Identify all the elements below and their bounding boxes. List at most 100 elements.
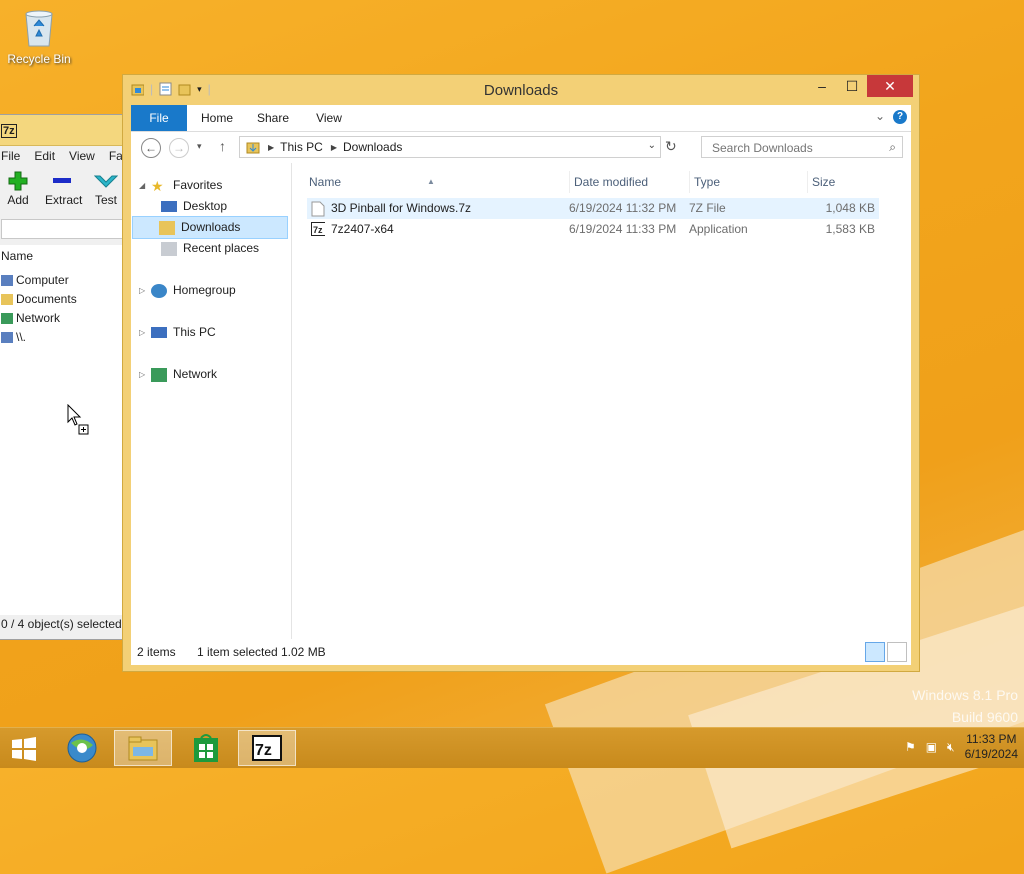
- tab-home[interactable]: Home: [195, 105, 239, 131]
- tab-view[interactable]: View: [307, 105, 351, 131]
- recycle-bin-icon: [22, 6, 56, 48]
- search-input[interactable]: [710, 140, 884, 156]
- nav-this-pc[interactable]: ▷ This PC: [139, 322, 216, 343]
- list-item[interactable]: Computer: [1, 271, 125, 290]
- browser-icon: [67, 733, 97, 763]
- list-item[interactable]: \\.: [1, 328, 125, 347]
- list-item-label: Computer: [16, 273, 69, 287]
- column-name[interactable]: Name: [1, 249, 33, 263]
- details-view-icon[interactable]: [865, 642, 885, 662]
- file-row[interactable]: 3D Pinball for Windows.7z 6/19/2024 11:3…: [307, 198, 879, 219]
- clock-time: 11:33 PM: [966, 732, 1017, 746]
- network-icon: [1, 313, 13, 324]
- seven-zip-titlebar[interactable]: 7z: [0, 115, 125, 146]
- nav-recent-label: Recent places: [183, 241, 260, 255]
- nav-homegroup-label: Homegroup: [173, 283, 236, 297]
- tab-share[interactable]: Share: [251, 105, 295, 131]
- recent-locations-icon[interactable]: ▾: [197, 141, 202, 152]
- nav-desktop[interactable]: Desktop: [161, 196, 227, 217]
- nav-downloads[interactable]: Downloads: [132, 216, 288, 239]
- taskbar-seven-zip[interactable]: 7z: [238, 730, 296, 766]
- file-type: 7Z File: [689, 201, 726, 215]
- test-label: Test: [94, 193, 117, 207]
- svg-text:7z: 7z: [313, 225, 323, 235]
- taskbar-file-explorer[interactable]: [114, 730, 172, 766]
- minus-icon: [45, 171, 79, 191]
- file-date: 6/19/2024 11:32 PM: [569, 201, 677, 215]
- recycle-bin-shortcut[interactable]: Recycle Bin: [6, 6, 72, 66]
- back-button[interactable]: ←: [141, 138, 161, 158]
- computer-icon: [1, 275, 13, 286]
- action-center-flag-icon[interactable]: ⚑: [905, 740, 916, 754]
- breadcrumb-separator-icon[interactable]: ▶: [268, 143, 274, 152]
- maximize-button[interactable]: ☐: [837, 75, 867, 97]
- collapse-arrow-icon[interactable]: ◢: [139, 175, 149, 196]
- address-bar[interactable]: ▶ This PC ▶ Downloads ⌄: [239, 136, 661, 158]
- expand-arrow-icon[interactable]: ▷: [139, 364, 149, 385]
- homegroup-icon: [151, 283, 167, 298]
- seven-zip-app-label: 7z: [255, 742, 272, 759]
- test-button[interactable]: Test: [89, 171, 123, 207]
- menu-file[interactable]: File: [1, 149, 20, 163]
- close-button[interactable]: ✕: [867, 75, 913, 97]
- nav-favorites[interactable]: ◢ ★ Favorites: [139, 175, 222, 196]
- expand-arrow-icon[interactable]: ▷: [139, 322, 149, 343]
- menu-edit[interactable]: Edit: [34, 149, 55, 163]
- column-type[interactable]: Type: [689, 171, 808, 193]
- address-dropdown-icon[interactable]: ⌄: [648, 140, 656, 151]
- breadcrumb-downloads[interactable]: Downloads: [343, 140, 402, 154]
- breadcrumb-this-pc[interactable]: This PC: [280, 140, 323, 154]
- column-name-label: Name: [309, 175, 342, 189]
- explorer-window[interactable]: | ▾ | Downloads – ☐ ✕ File Home Share Vi…: [122, 74, 920, 672]
- search-icon[interactable]: ⌕: [889, 140, 896, 155]
- up-arrow-icon[interactable]: ↑: [219, 138, 226, 154]
- volume-muted-icon[interactable]: 🔇︎: [947, 740, 955, 755]
- tab-file[interactable]: File: [131, 105, 187, 131]
- nav-desktop-label: Desktop: [183, 199, 228, 213]
- column-name[interactable]: Name ▲: [307, 171, 565, 193]
- file-list: Name ▲ Date modified Type Size 3D Pinbal…: [307, 163, 911, 639]
- forward-button[interactable]: →: [169, 138, 189, 158]
- nav-homegroup[interactable]: ▷ Homegroup: [139, 280, 236, 301]
- explorer-body: ◢ ★ Favorites Desktop Downloads Recent p…: [131, 163, 911, 639]
- archive-file-icon: [311, 201, 325, 216]
- view-switcher: [865, 642, 907, 662]
- file-row[interactable]: 7z 7z2407-x64 6/19/2024 11:33 PM Applica…: [307, 219, 879, 240]
- windows-watermark: Windows 8.1 Pro Build 9600: [912, 684, 1018, 728]
- clock[interactable]: 11:33 PM 6/19/2024: [965, 732, 1018, 762]
- taskbar-browser[interactable]: [52, 730, 110, 766]
- plus-icon: [1, 171, 35, 191]
- large-icons-view-icon[interactable]: [887, 642, 907, 662]
- list-item[interactable]: Documents: [1, 290, 125, 309]
- network-status-icon[interactable]: ▣: [926, 740, 937, 754]
- item-count: 2 items: [137, 645, 176, 659]
- downloads-folder-icon: [159, 220, 175, 235]
- nav-recent-places[interactable]: Recent places: [161, 238, 259, 259]
- list-item[interactable]: Network: [1, 309, 125, 328]
- expand-arrow-icon[interactable]: ▷: [139, 280, 149, 301]
- start-button[interactable]: [10, 737, 38, 761]
- extract-label: Extract: [45, 193, 83, 207]
- minimize-button[interactable]: –: [807, 75, 837, 97]
- nav-this-pc-label: This PC: [173, 325, 216, 339]
- add-button[interactable]: Add: [1, 171, 35, 207]
- extract-button[interactable]: Extract: [45, 171, 83, 207]
- column-size[interactable]: Size: [807, 171, 882, 193]
- nav-network[interactable]: ▷ Network: [139, 364, 217, 385]
- seven-zip-window[interactable]: 7z File Edit View Fav Add Extract Test N…: [0, 114, 423, 640]
- seven-zip-logo: 7z: [1, 124, 17, 138]
- selection-info: 1 item selected: [197, 645, 278, 659]
- expand-ribbon-icon[interactable]: ⌄: [875, 109, 885, 123]
- help-icon[interactable]: ?: [893, 110, 907, 124]
- search-box[interactable]: ⌕: [701, 136, 903, 158]
- breadcrumb-separator-icon[interactable]: ▶: [331, 143, 337, 152]
- seven-zip-status: 0 / 4 object(s) selected: [1, 617, 122, 631]
- taskbar-store[interactable]: [176, 730, 234, 766]
- refresh-icon[interactable]: ↻: [665, 138, 677, 155]
- navigation-bar: ← → ▾ ↑ ▶ This PC ▶ Downloads ⌄ ↻ ⌕: [131, 132, 911, 163]
- column-date-modified[interactable]: Date modified: [569, 171, 688, 193]
- explorer-titlebar[interactable]: | ▾ | Downloads – ☐ ✕: [123, 75, 919, 105]
- menu-view[interactable]: View: [69, 149, 95, 163]
- watermark-build: Build 9600: [951, 709, 1018, 725]
- downloads-folder-icon: [246, 142, 260, 154]
